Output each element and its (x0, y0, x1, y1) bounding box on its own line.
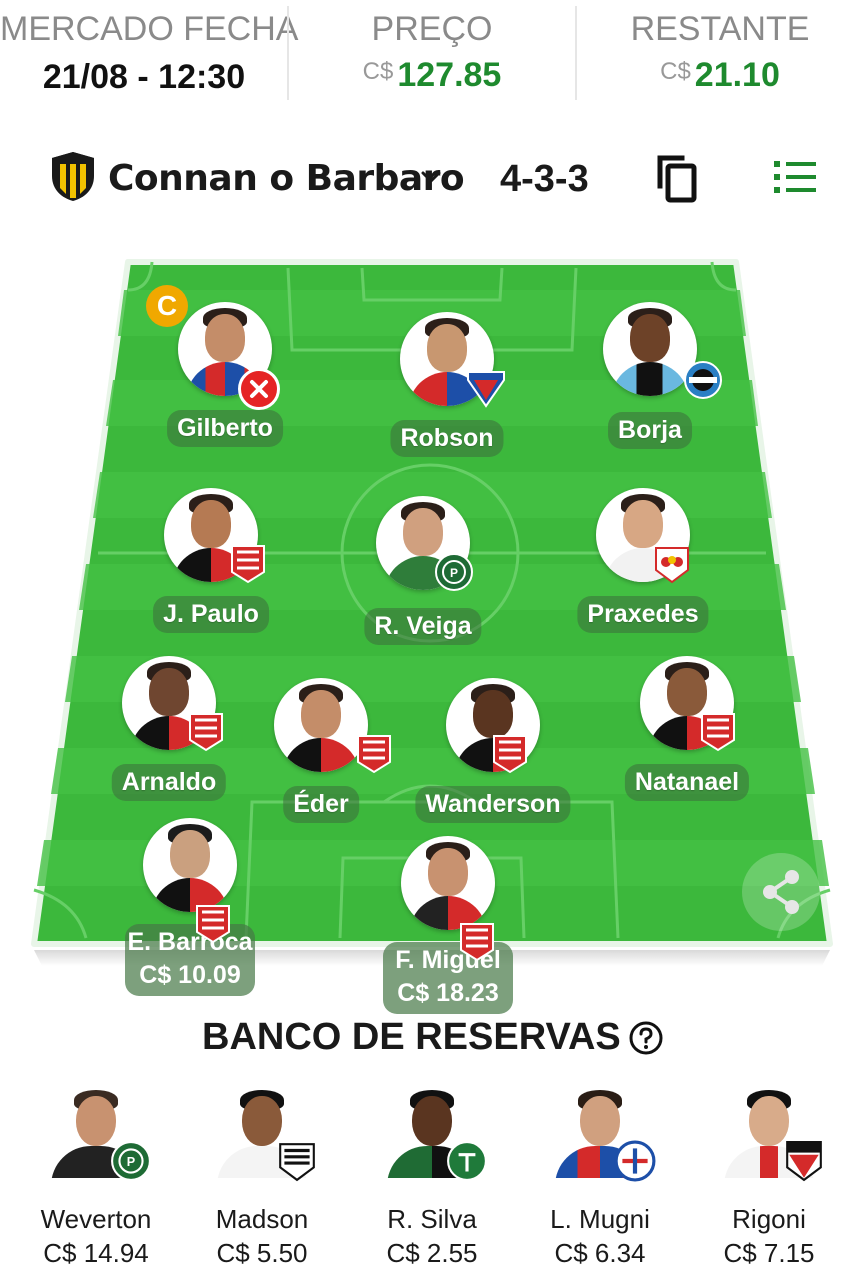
remaining-amount: 21.10 (694, 56, 780, 94)
bragantino-badge-icon (655, 547, 689, 584)
gremio-badge-icon (684, 361, 722, 399)
pitch-player[interactable]: Arnaldo (104, 656, 234, 816)
player-photo (143, 818, 237, 912)
chevron-down-icon[interactable] (418, 164, 444, 190)
player-name: Arnaldo (111, 764, 227, 801)
player-name: R. Veiga (364, 608, 482, 645)
remaining-stat: RESTANTE C$ 21.10 (576, 0, 864, 104)
price-currency: C$ (362, 58, 394, 85)
bench-player-name: Weverton (40, 1204, 152, 1234)
bahia-badge-icon (614, 1140, 656, 1182)
bench-player-name: R. Silva (387, 1204, 477, 1234)
player-name: E. Barroca (127, 928, 253, 956)
team-name[interactable]: Connan o Barbaro (108, 158, 465, 199)
america-mg-badge-icon (447, 1141, 487, 1181)
pitch-player[interactable]: Praxedes (577, 488, 709, 648)
player-name: Éder (283, 786, 359, 823)
share-icon (763, 870, 799, 914)
remaining-label: RESTANTE (630, 10, 810, 48)
player-price: C$ 18.23 (397, 979, 499, 1007)
bench-player-name: Madson (215, 1204, 309, 1234)
divider (575, 6, 577, 100)
pitch-player[interactable]: E. Barroca C$ 10.09 (125, 818, 255, 996)
team-header: Connan o Barbaro 4-3-3 (0, 148, 864, 208)
price-stat: PREÇO C$ 127.85 (288, 0, 576, 104)
atletico-go-badge-icon (493, 735, 527, 774)
player-name: Robson (390, 420, 504, 457)
pitch-player[interactable]: Gilberto (160, 302, 290, 462)
bench-player-name: Rigoni (732, 1204, 806, 1234)
copy-icon[interactable] (652, 152, 700, 204)
atletico-go-badge-icon (357, 735, 391, 774)
share-button[interactable] (742, 853, 820, 931)
svg-text:P: P (127, 1155, 135, 1169)
injury-icon (238, 368, 280, 410)
fortaleza-badge-icon (467, 371, 505, 408)
atletico-go-badge-icon (189, 713, 223, 752)
sao-paulo-badge-icon (786, 1141, 822, 1182)
market-close-value: 21/08 - 12:30 (42, 58, 246, 96)
bench-player[interactable]: L. Mugni C$ 6.34 (530, 1088, 670, 1273)
palmeiras-badge-icon: P (435, 553, 473, 591)
team-crest-icon (52, 152, 94, 201)
player-price-card: E. Barroca C$ 10.09 (125, 924, 255, 996)
help-icon[interactable] (628, 1020, 664, 1056)
bench-player-name: L. Mugni (550, 1204, 650, 1234)
bench-player-price: C$ 2.55 (386, 1238, 478, 1268)
price-value: C$ 127.85 (288, 56, 576, 95)
formation-selector[interactable]: 4-3-3 (500, 158, 589, 201)
bench-player[interactable]: R. Silva C$ 2.55 (362, 1088, 502, 1273)
bench-player-price: C$ 6.34 (554, 1238, 646, 1268)
svg-text:P: P (450, 566, 458, 580)
bench-player-price: C$ 5.50 (216, 1238, 308, 1268)
price-label: PREÇO (371, 10, 493, 48)
bench-player-price: C$ 7.15 (723, 1238, 815, 1268)
player-name: Borja (608, 412, 692, 449)
pitch-player[interactable]: Natanael (622, 656, 752, 816)
bench-player[interactable]: P Weverton C$ 14.94 (26, 1088, 166, 1273)
player-name: Praxedes (577, 596, 709, 633)
remaining-currency: C$ (660, 58, 691, 85)
divider (287, 6, 289, 100)
atletico-go-badge-icon (231, 545, 265, 584)
bench-player-price: C$ 14.94 (43, 1238, 149, 1268)
atletico-go-badge-icon (460, 923, 494, 962)
pitch-player[interactable]: Éder (256, 678, 391, 838)
pitch-player[interactable]: P R. Veiga (358, 496, 488, 656)
santos-badge-icon (279, 1143, 315, 1182)
bench-player[interactable]: Madson C$ 5.50 (192, 1088, 332, 1273)
player-name: J. Paulo (153, 596, 269, 633)
palmeiras-badge-icon: P (111, 1141, 151, 1181)
market-close-label: MERCADO FECHA (0, 10, 299, 48)
list-icon[interactable] (772, 158, 818, 196)
player-price: C$ 10.09 (139, 961, 241, 989)
pitch-player[interactable]: Borja (585, 302, 722, 462)
player-name: Gilberto (167, 410, 283, 447)
pitch-player[interactable]: Wanderson (415, 678, 571, 838)
bench-title: BANCO DE RESERVAS (202, 1016, 621, 1058)
pitch-player[interactable]: J. Paulo (146, 488, 276, 648)
pitch-player[interactable]: Robson (382, 312, 512, 472)
player-name: Natanael (624, 764, 750, 801)
bench-player[interactable]: Rigoni C$ 7.15 (699, 1088, 839, 1273)
player-photo (401, 836, 495, 930)
market-close-stat: MERCADO FECHA 21/08 - 12:30 (0, 0, 299, 104)
atletico-go-badge-icon (196, 905, 230, 944)
market-stats: MERCADO FECHA 21/08 - 12:30 PREÇO C$ 127.… (0, 0, 864, 104)
atletico-go-badge-icon (701, 713, 735, 752)
player-name: Wanderson (415, 786, 571, 823)
pitch-player[interactable]: F. Miguel C$ 18.23 (383, 836, 513, 1014)
price-amount: 127.85 (397, 56, 502, 94)
remaining-value: C$ 21.10 (576, 56, 864, 95)
